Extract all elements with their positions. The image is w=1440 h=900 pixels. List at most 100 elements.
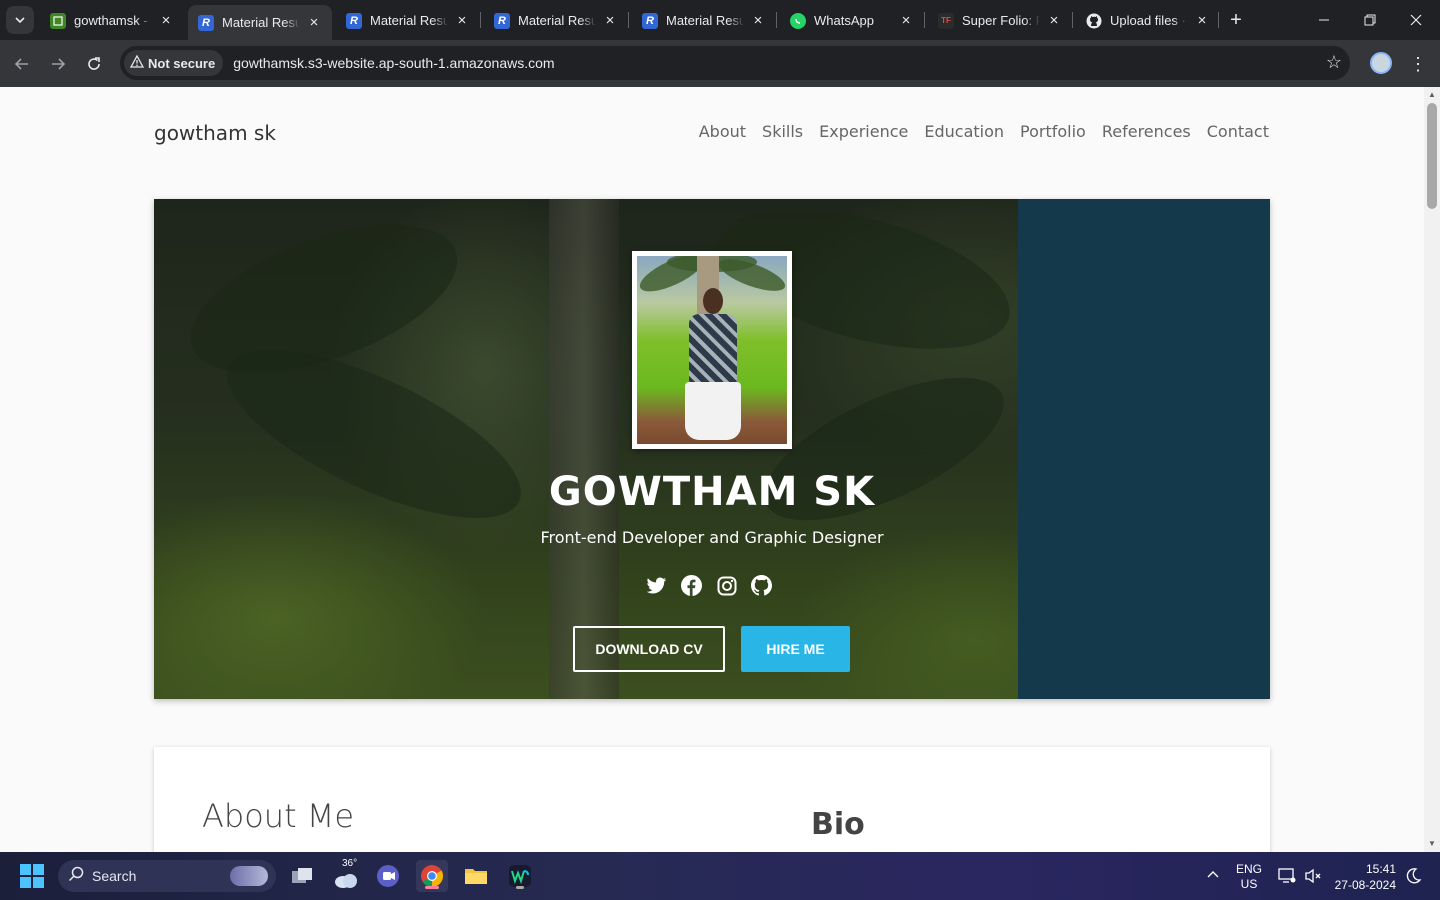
back-button[interactable] xyxy=(8,50,36,78)
tab-1[interactable]: R Material Resume × xyxy=(188,5,332,40)
instagram-icon[interactable] xyxy=(716,575,737,596)
scroll-up-icon[interactable]: ▲ xyxy=(1428,90,1436,99)
tab-title: Material Resume xyxy=(518,13,596,28)
tab-2[interactable]: R Material Resume × xyxy=(336,5,480,36)
bio-title: Bio xyxy=(811,807,865,842)
tab-title: Material Resume xyxy=(222,15,300,30)
forward-button[interactable] xyxy=(44,50,72,78)
facebook-icon[interactable] xyxy=(681,575,702,596)
minimize-button[interactable] xyxy=(1310,6,1338,34)
github-icon[interactable] xyxy=(751,575,772,596)
search-icon xyxy=(68,866,84,887)
running-app-indicator xyxy=(516,886,524,889)
close-icon[interactable]: × xyxy=(602,12,618,29)
hero-side-panel xyxy=(1018,199,1270,699)
browser-toolbar: Not secure gowthamsk.s3-website.ap-south… xyxy=(0,40,1440,87)
nav-education[interactable]: Education xyxy=(924,122,1004,141)
language-indicator[interactable]: ENG US xyxy=(1236,862,1262,892)
tab-separator xyxy=(1072,12,1073,28)
page-scrollbar[interactable]: ▲ ▼ xyxy=(1424,87,1440,852)
profile-avatar[interactable] xyxy=(1370,52,1392,74)
cloud-icon xyxy=(335,874,357,888)
tab-7[interactable]: Upload files · c × xyxy=(1076,5,1220,36)
show-hidden-icons-button[interactable] xyxy=(1206,868,1220,882)
reload-button[interactable] xyxy=(80,50,108,78)
new-tab-button[interactable]: + xyxy=(1224,8,1248,32)
nav-portfolio[interactable]: Portfolio xyxy=(1020,122,1086,141)
taskbar-search-label: Search xyxy=(92,868,137,884)
profile-photo xyxy=(632,251,792,449)
tab-0[interactable]: gowthamsk - S3 × xyxy=(40,5,184,36)
chrome-icon xyxy=(421,865,443,887)
tab-title: Material Resume xyxy=(666,13,744,28)
hire-me-button[interactable]: HIRE ME xyxy=(741,626,850,672)
nav-experience[interactable]: Experience xyxy=(819,122,908,141)
system-clock[interactable]: 15:41 27-08-2024 xyxy=(1330,861,1396,893)
network-icon xyxy=(1278,868,1296,883)
minimize-icon xyxy=(1319,19,1329,21)
social-links xyxy=(646,575,772,596)
bookmark-star-icon[interactable]: ☆ xyxy=(1326,52,1342,73)
active-app-indicator xyxy=(425,886,439,889)
nav-contact[interactable]: Contact xyxy=(1207,122,1269,141)
restore-button[interactable] xyxy=(1356,6,1384,34)
reload-icon xyxy=(88,57,100,70)
hero-name: GOWTHAM SK xyxy=(548,469,876,515)
webstorm-app-button[interactable] xyxy=(504,860,536,892)
r-icon: R xyxy=(346,12,362,29)
scroll-down-icon[interactable]: ▼ xyxy=(1428,839,1436,848)
speaker-muted-icon xyxy=(1305,868,1321,884)
close-icon[interactable]: × xyxy=(1046,12,1062,29)
close-icon[interactable]: × xyxy=(158,12,174,29)
hero-subtitle: Front-end Developer and Graphic Designer xyxy=(540,528,884,547)
tab-separator xyxy=(776,12,777,28)
profile-photo-image xyxy=(637,256,787,444)
close-icon[interactable]: × xyxy=(306,14,322,31)
close-icon[interactable]: × xyxy=(454,12,470,29)
chevron-down-icon xyxy=(15,17,25,24)
r-icon: R xyxy=(494,12,510,29)
teams-app-button[interactable] xyxy=(372,860,404,892)
r-icon: R xyxy=(642,12,658,29)
security-chip[interactable]: Not secure xyxy=(124,50,224,76)
plus-icon: + xyxy=(1230,8,1242,31)
chrome-app-button[interactable] xyxy=(416,860,448,892)
tab-search-button[interactable] xyxy=(6,6,34,34)
network-status-button[interactable] xyxy=(1278,868,1296,887)
tab-6[interactable]: TF Super Folio: Pe × xyxy=(928,5,1072,36)
browser-menu-button[interactable]: ⋮ xyxy=(1408,50,1428,78)
tab-5[interactable]: WhatsApp × xyxy=(780,5,924,36)
close-icon[interactable]: × xyxy=(750,12,766,29)
warning-icon xyxy=(129,54,145,71)
nav-about[interactable]: About xyxy=(699,122,746,141)
site-brand[interactable]: gowtham sk xyxy=(154,121,276,145)
nav-references[interactable]: References xyxy=(1102,122,1191,141)
task-view-button[interactable] xyxy=(286,860,318,892)
teams-icon xyxy=(377,865,399,887)
close-window-button[interactable] xyxy=(1402,6,1430,34)
r-icon: R xyxy=(198,14,214,31)
tab-separator xyxy=(480,12,481,28)
about-section: About Me Bio xyxy=(154,747,1270,852)
scrollbar-thumb[interactable] xyxy=(1427,103,1437,209)
close-icon[interactable]: × xyxy=(1194,12,1210,29)
taskbar-search[interactable]: Search xyxy=(58,860,276,892)
volume-button[interactable] xyxy=(1304,868,1322,887)
clock-date: 27-08-2024 xyxy=(1334,878,1396,892)
folder-icon xyxy=(465,869,487,884)
notifications-button[interactable] xyxy=(1406,867,1422,888)
nav-skills[interactable]: Skills xyxy=(762,122,803,141)
weather-widget[interactable]: 36° xyxy=(330,858,362,892)
windows-start-button[interactable] xyxy=(20,864,44,888)
file-explorer-button[interactable] xyxy=(460,860,492,892)
download-cv-button[interactable]: DOWNLOAD CV xyxy=(573,626,725,672)
hero-section: GOWTHAM SK Front-end Developer and Graph… xyxy=(154,199,1270,699)
tab-4[interactable]: R Material Resume × xyxy=(632,5,776,36)
webstorm-icon xyxy=(509,865,531,887)
language-line1: ENG xyxy=(1236,862,1263,876)
twitter-icon[interactable] xyxy=(646,575,667,596)
tab-3[interactable]: R Material Resume × xyxy=(484,5,628,36)
address-bar[interactable]: Not secure gowthamsk.s3-website.ap-south… xyxy=(120,46,1350,80)
site-nav: About Skills Experience Education Portfo… xyxy=(699,122,1269,141)
close-icon[interactable]: × xyxy=(898,12,914,29)
